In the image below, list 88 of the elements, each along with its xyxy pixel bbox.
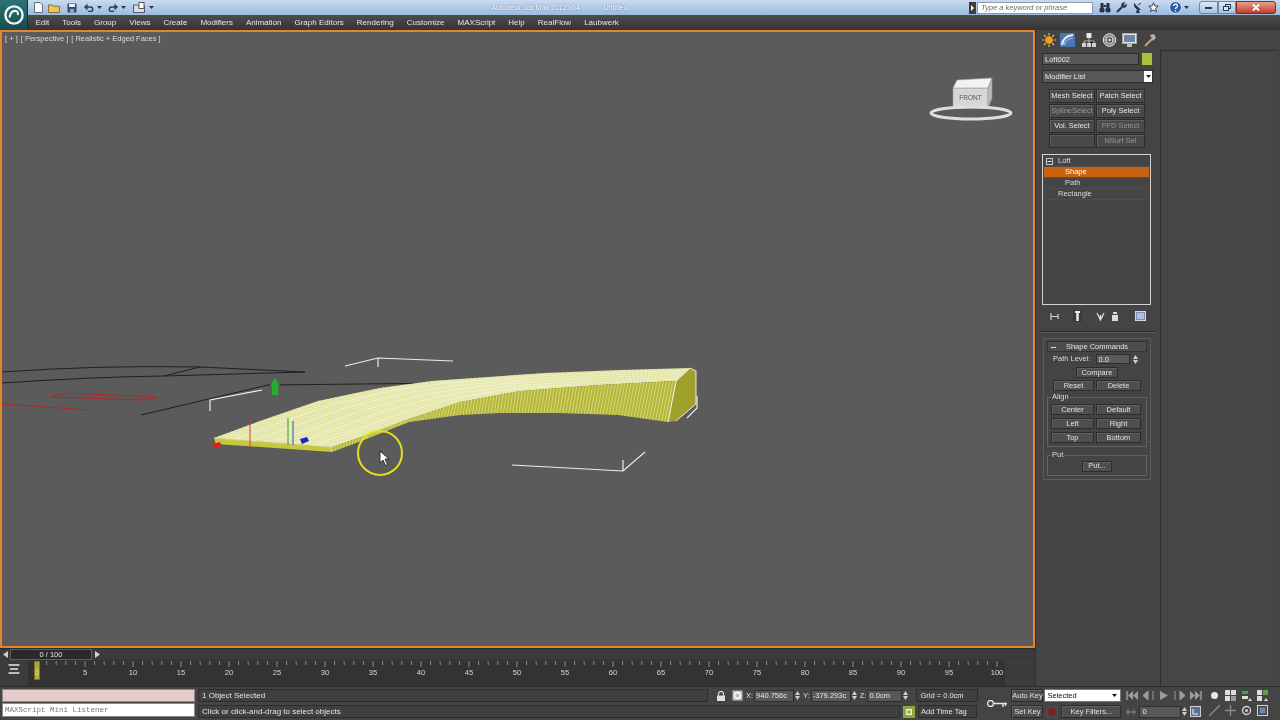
- loft-object[interactable]: [213, 367, 697, 453]
- spinner-icon[interactable]: [851, 691, 857, 700]
- previous-frame-icon[interactable]: [1142, 691, 1155, 700]
- four-squares-icon[interactable]: [1225, 690, 1237, 701]
- hierarchy-icon[interactable]: [1082, 33, 1096, 47]
- menu-item[interactable]: Animation: [239, 18, 288, 27]
- lock-icon[interactable]: [717, 690, 725, 701]
- transform-gizmo[interactable]: [212, 378, 309, 448]
- go-to-end-icon[interactable]: [1190, 691, 1203, 700]
- bar-icon[interactable]: [1073, 310, 1082, 322]
- menu-item[interactable]: Group: [87, 18, 123, 27]
- listener-output-field[interactable]: [2, 689, 195, 702]
- menu-item[interactable]: Help: [501, 18, 532, 27]
- stacked-bars-icon[interactable]: [1241, 690, 1253, 701]
- open-folder-icon[interactable]: [48, 2, 60, 13]
- color-swatch-icon[interactable]: [1142, 53, 1152, 65]
- folder-page-icon[interactable]: [133, 2, 145, 13]
- h-shape-icon[interactable]: [1050, 311, 1059, 321]
- caret-icon[interactable]: [121, 6, 126, 9]
- binoculars-icon[interactable]: [1099, 2, 1111, 13]
- previous-frame-icon[interactable]: [3, 651, 8, 658]
- menu-item[interactable]: Laubwerk: [577, 18, 626, 27]
- spinner-icon[interactable]: [1132, 354, 1138, 364]
- menu-item[interactable]: MAXScript: [451, 18, 502, 27]
- bin-icon[interactable]: [1112, 311, 1118, 321]
- restore-icon: [1223, 4, 1231, 11]
- hammer-icon[interactable]: [1143, 33, 1157, 47]
- menu-item[interactable]: Create: [156, 18, 194, 27]
- close-icon: [1252, 4, 1260, 11]
- curve-icon[interactable]: [1060, 33, 1075, 47]
- save-icon[interactable]: [67, 2, 77, 13]
- mouse-cursor-icon: [379, 450, 390, 466]
- go-to-start-icon[interactable]: [1126, 691, 1139, 700]
- menu-item[interactable]: RealFlow: [531, 18, 578, 27]
- dot-icon[interactable]: [1209, 690, 1221, 701]
- corner-frame-icon[interactable]: [1190, 706, 1202, 717]
- next-frame-icon[interactable]: [1174, 691, 1187, 700]
- wrench-icon[interactable]: [1116, 2, 1127, 13]
- caret-icon[interactable]: [149, 6, 154, 9]
- arrow-right-icon[interactable]: [969, 1, 976, 14]
- squares-triangle-icon[interactable]: [1257, 690, 1269, 701]
- star-icon[interactable]: [1148, 2, 1159, 13]
- new-file-icon[interactable]: [34, 2, 43, 13]
- close-button[interactable]: [1236, 1, 1276, 14]
- caret-icon[interactable]: [1112, 694, 1118, 697]
- caret-icon[interactable]: [1145, 75, 1151, 78]
- next-frame-icon[interactable]: [95, 651, 100, 658]
- caret-icon[interactable]: [97, 6, 102, 9]
- spinner-icon[interactable]: [1182, 707, 1188, 716]
- menu-item[interactable]: Graph Editors: [287, 18, 351, 27]
- framed-square-icon[interactable]: [1257, 705, 1269, 716]
- minimize-button[interactable]: [1199, 1, 1218, 14]
- v-shape-icon[interactable]: [1096, 311, 1105, 321]
- collapse-box-icon[interactable]: [1046, 157, 1053, 165]
- spinner-icon[interactable]: [795, 691, 801, 700]
- menu-item[interactable]: Modifiers: [193, 18, 240, 27]
- undo-icon[interactable]: [84, 3, 94, 12]
- ring-tile-icon[interactable]: [732, 690, 743, 701]
- maximize-button[interactable]: [1218, 1, 1236, 14]
- spinner-icon[interactable]: [903, 691, 909, 700]
- menu-item[interactable]: Edit: [29, 18, 56, 27]
- minimize-icon: [1205, 6, 1212, 9]
- redo-icon[interactable]: [108, 3, 118, 12]
- menu-item[interactable]: Tools: [55, 18, 88, 27]
- prompt-message: Click or click-and-drag to select objects: [198, 705, 900, 718]
- caret-icon[interactable]: [1184, 6, 1189, 9]
- nested-square-icon[interactable]: [903, 705, 915, 718]
- click-highlight-ring: [357, 430, 403, 476]
- sun-icon[interactable]: [1042, 33, 1056, 47]
- menu-item[interactable]: Rendering: [350, 18, 401, 27]
- concentric-circles-icon[interactable]: [1102, 33, 1117, 47]
- bars-icon[interactable]: [8, 663, 20, 675]
- app-logo-icon: [3, 5, 24, 25]
- menu-item[interactable]: Views: [122, 18, 157, 27]
- application-button[interactable]: [0, 0, 28, 30]
- key-icon[interactable]: [987, 700, 1008, 707]
- satellite-dish-icon[interactable]: [1132, 1, 1143, 14]
- current-frame-marker[interactable]: [34, 661, 40, 680]
- collapse-icon[interactable]: [1051, 345, 1056, 350]
- compass-ring[interactable]: [929, 105, 1013, 121]
- play-icon[interactable]: [1158, 691, 1171, 700]
- monitor-icon[interactable]: [1122, 33, 1137, 47]
- ring-icon[interactable]: [1241, 705, 1253, 716]
- selection-bracket: [209, 389, 263, 412]
- selection-bracket: [686, 395, 698, 419]
- status-message: 1 Object Selected: [198, 689, 708, 702]
- help-icon[interactable]: [1169, 1, 1182, 14]
- menu-item[interactable]: Customize: [400, 18, 452, 27]
